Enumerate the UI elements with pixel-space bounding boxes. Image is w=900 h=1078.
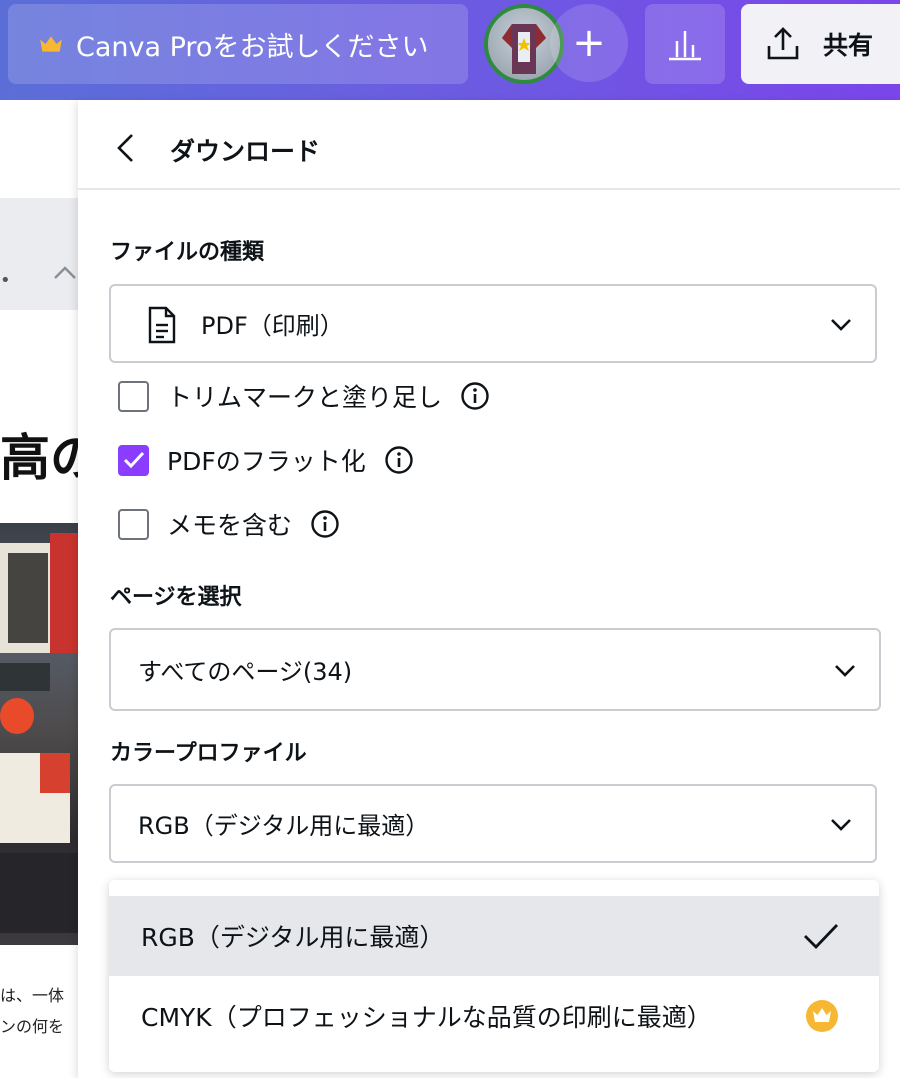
chevron-up-icon[interactable] <box>52 262 78 282</box>
file-type-value: PDF（印刷） <box>201 312 344 340</box>
chevron-down-icon <box>831 818 851 831</box>
file-type-select[interactable]: PDF（印刷） <box>109 284 877 363</box>
file-type-label: ファイルの種類 <box>110 240 265 265</box>
menu-option-cmyk[interactable]: CMYK（プロフェッショナルな品質の印刷に最適） <box>109 976 879 1056</box>
try-canva-pro-button[interactable]: Canva Proをお試しください <box>8 4 468 84</box>
chevron-down-icon <box>831 318 851 331</box>
include-notes-label: メモを含む <box>167 511 293 540</box>
pages-label: ページを選択 <box>110 585 242 610</box>
pages-value: すべてのページ(34) <box>138 658 353 686</box>
editor-topbar: Canva Proをお試しください + 共有 <box>0 0 900 100</box>
panel-header: ダウンロード <box>78 100 900 190</box>
color-profile-value: RGB（デジタル用に最適） <box>138 812 430 840</box>
menu-option-rgb[interactable]: RGB（デジタル用に最適） <box>109 896 879 976</box>
bar-chart-icon <box>669 31 701 61</box>
color-profile-menu: RGB（デジタル用に最適） CMYK（プロフェッショナルな品質の印刷に最適） <box>109 880 879 1072</box>
chevron-left-icon <box>117 134 133 162</box>
flatten-pdf-option[interactable]: PDFのフラット化 <box>118 443 414 477</box>
share-label: 共有 <box>823 31 874 60</box>
check-icon <box>804 924 839 950</box>
add-collaborator-button[interactable]: + <box>550 4 628 82</box>
info-icon[interactable] <box>384 445 414 475</box>
try-canva-pro-label: Canva Proをお試しください <box>76 31 429 63</box>
info-icon[interactable] <box>310 509 340 539</box>
back-button[interactable] <box>108 130 144 166</box>
canvas-body-text-1: は、一体 <box>0 986 65 1005</box>
crown-icon <box>40 36 62 52</box>
info-icon[interactable] <box>460 381 490 411</box>
crown-icon <box>806 1000 838 1032</box>
download-panel: ダウンロード ファイルの種類 PDF（印刷） トリムマークと塗り足し PDFのフ… <box>78 100 900 1078</box>
canvas-photo <box>0 523 78 945</box>
chevron-down-icon <box>835 664 855 677</box>
color-profile-select[interactable]: RGB（デジタル用に最適） <box>109 784 877 863</box>
menu-option-rgb-label: RGB（デジタル用に最適） <box>141 923 445 952</box>
canvas-toolbar-strip <box>0 198 80 310</box>
pages-select[interactable]: すべてのページ(34) <box>109 628 881 711</box>
insights-button[interactable] <box>645 4 725 84</box>
trim-marks-label: トリムマークと塗り足し <box>167 383 443 412</box>
trim-marks-option[interactable]: トリムマークと塗り足し <box>118 379 490 413</box>
flatten-pdf-checkbox[interactable] <box>118 444 149 476</box>
color-profile-label: カラープロファイル <box>110 741 307 766</box>
checkmark-icon <box>123 451 144 469</box>
page-dot: • <box>0 270 11 291</box>
share-button[interactable]: 共有 <box>741 4 900 84</box>
document-icon <box>148 306 176 344</box>
trim-marks-checkbox[interactable] <box>118 380 149 412</box>
panel-title: ダウンロード <box>170 137 321 166</box>
flatten-pdf-label: PDFのフラット化 <box>167 447 366 476</box>
include-notes-checkbox[interactable] <box>118 508 149 540</box>
include-notes-option[interactable]: メモを含む <box>118 507 340 541</box>
plus-icon: + <box>572 20 606 66</box>
menu-option-cmyk-label: CMYK（プロフェッショナルな品質の印刷に最適） <box>141 1003 712 1032</box>
upload-icon <box>767 27 799 60</box>
canvas-body-text-2: ンの何を <box>0 1017 65 1036</box>
